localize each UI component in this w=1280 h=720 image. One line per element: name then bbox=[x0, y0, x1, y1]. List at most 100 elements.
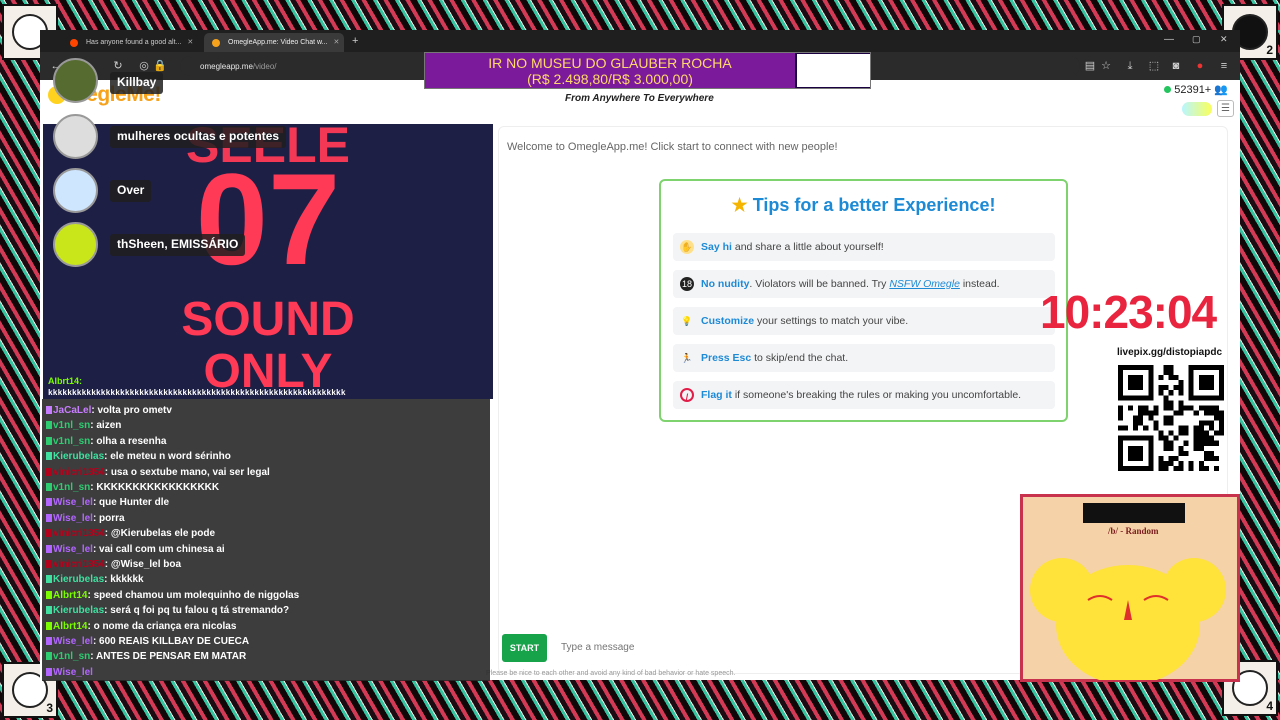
chat-username[interactable]: v1nl_sn bbox=[53, 482, 90, 493]
speaker-label: Killbay bbox=[110, 72, 164, 94]
chat-username[interactable]: Kierubelas bbox=[53, 605, 104, 616]
nsfw-omegle-link[interactable]: NSFW Omegle bbox=[889, 278, 960, 290]
extensions-icon[interactable]: ⬚ bbox=[1146, 58, 1162, 74]
chat-message: vinicri1354: @Kierubelas ele pode bbox=[46, 528, 486, 539]
chat-username[interactable]: Wise_lel bbox=[53, 513, 93, 524]
minimize-icon[interactable]: — bbox=[1164, 34, 1174, 45]
chat-username[interactable]: Kierubelas bbox=[53, 574, 104, 585]
tab-reddit[interactable]: Has anyone found a good alt... ✕ bbox=[62, 33, 202, 52]
download-icon[interactable]: ⤓ bbox=[1122, 58, 1138, 74]
stream-clock: 10:23:04 bbox=[1040, 286, 1217, 338]
chat-message: Albrt14: o nome da criança era nicolas bbox=[46, 621, 486, 632]
lightbulb-icon: 💡 bbox=[681, 316, 693, 326]
chat-username[interactable]: Wise_lel bbox=[53, 636, 93, 647]
start-button[interactable]: START bbox=[502, 634, 547, 662]
chat-preview-text: kkkkkkkkkkkkkkkkkkkkkkkkkkkkkkkkkkkkkkkk… bbox=[48, 389, 346, 398]
users-icon: 👥 bbox=[1214, 84, 1228, 96]
close-icon[interactable]: ✕ bbox=[333, 39, 339, 46]
chat-username[interactable]: v1nl_sn bbox=[53, 420, 90, 431]
menu-icon[interactable]: ≡ bbox=[1216, 58, 1232, 74]
welcome-message: Welcome to OmegleApp.me! Click start to … bbox=[507, 141, 838, 153]
speaker-label: thSheen, EMISSÁRIO bbox=[110, 234, 246, 256]
settings-button[interactable]: ☰ bbox=[1217, 100, 1234, 117]
new-tab-icon[interactable]: + bbox=[352, 35, 358, 47]
chat-message: v1nl_sn: ANTES DE PENSAR EM MATAR bbox=[46, 651, 486, 662]
tab-bar: Has anyone found a good alt... ✕ OmegleAp… bbox=[40, 30, 1240, 52]
frame-right bbox=[1240, 30, 1280, 680]
tip-flag-it: / Flag it if someone's breaking the rule… bbox=[673, 381, 1055, 409]
speaker-avatar-mulheres bbox=[53, 114, 98, 159]
chat-username[interactable]: Wise_lel bbox=[53, 497, 93, 508]
star-icon: ★ bbox=[731, 195, 748, 215]
reader-icon[interactable]: ▤ bbox=[1082, 58, 1098, 74]
speaker-avatar-over bbox=[53, 168, 98, 213]
addon-icon[interactable]: ● bbox=[1192, 58, 1208, 74]
message-input[interactable] bbox=[552, 634, 1022, 662]
chat-badge-icon bbox=[46, 621, 52, 630]
chat-text: que Hunter dle bbox=[99, 497, 170, 509]
close-icon[interactable]: ✕ bbox=[187, 39, 193, 46]
chat-text: vai call com um chinesa ai bbox=[99, 543, 225, 555]
chat-text: ele meteu n word sérinho bbox=[110, 451, 231, 463]
bookmark-star-icon[interactable]: ☆ bbox=[1098, 58, 1114, 74]
chat-text: KKKKKKKKKKKKKKKKK bbox=[96, 482, 220, 493]
omegle-icon bbox=[212, 39, 220, 47]
chat-username[interactable]: Albrt14 bbox=[53, 621, 87, 632]
chat-username[interactable]: Wise_lel bbox=[53, 544, 93, 555]
chat-username[interactable]: v1nl_sn bbox=[53, 651, 90, 662]
chat-badge-icon bbox=[46, 637, 52, 645]
tip-text: to skip/end the chat. bbox=[751, 352, 849, 364]
chat-message: v1nl_sn: KKKKKKKKKKKKKKKKK bbox=[46, 482, 486, 493]
chat-username[interactable]: vinicri1354 bbox=[53, 467, 105, 478]
tab-omegleapp[interactable]: OmegleApp.me: Video Chat w... ✕ bbox=[204, 33, 344, 52]
chat-message: vinicri1354: usa o sextube mano, vai ser… bbox=[46, 467, 486, 478]
chat-message: JaCaLel: volta pro ometv bbox=[46, 405, 486, 416]
tab-label: Has anyone found a good alt... bbox=[86, 39, 182, 46]
chat-username[interactable]: Albrt14 bbox=[53, 590, 87, 601]
chat-badge-icon bbox=[46, 560, 52, 568]
chat-username[interactable]: vinicri1354 bbox=[53, 559, 105, 570]
maximize-icon[interactable]: ▢ bbox=[1192, 34, 1201, 45]
chat-badge-icon bbox=[46, 590, 52, 599]
corner-number: 2 bbox=[1266, 43, 1273, 57]
online-counter: 52391+ 👥 bbox=[1164, 83, 1228, 96]
chat-username[interactable]: Wise_lel bbox=[53, 667, 93, 678]
tip-say-hi: ✋ Say hi and share a little about yourse… bbox=[673, 233, 1055, 261]
chat-username[interactable]: vinicri1354 bbox=[53, 528, 105, 539]
chat-message: Kierubelas: kkkkkk bbox=[46, 574, 486, 585]
chat-text: @Kierubelas ele pode bbox=[110, 528, 216, 540]
theme-toggle[interactable] bbox=[1182, 102, 1212, 116]
tips-box: ★ Tips for a better Experience! ✋ Say hi… bbox=[659, 179, 1068, 422]
chat-message: Wise_lel bbox=[46, 667, 486, 678]
online-dot-icon bbox=[1164, 86, 1172, 93]
chat-badge-icon bbox=[46, 652, 52, 661]
chat-badge-icon bbox=[46, 483, 52, 491]
chat-text: o nome da criança era nicolas bbox=[93, 620, 237, 632]
speaker-label: Over bbox=[110, 180, 152, 202]
sticker-header bbox=[1083, 503, 1185, 523]
chat-badge-icon bbox=[46, 575, 52, 584]
yellow-chick-sticker bbox=[1030, 558, 1226, 680]
livepix-link: livepix.gg/distopiapdc bbox=[1117, 347, 1223, 358]
chat-badge-icon bbox=[46, 436, 52, 445]
footer-note: Please be nice to each other and avoid a… bbox=[486, 670, 736, 677]
speaker-avatar-killbay bbox=[53, 58, 98, 103]
chat-text: será q foi pq tu falou q tá stremando? bbox=[110, 605, 290, 617]
close-window-icon[interactable]: ✕ bbox=[1220, 34, 1228, 45]
online-count: 52391+ bbox=[1174, 84, 1212, 96]
tip-text-after: instead. bbox=[959, 278, 1000, 290]
tip-strong: Press Esc bbox=[701, 352, 752, 364]
chat-badge-icon bbox=[46, 406, 52, 414]
tab-label: OmegleApp.me: Video Chat w... bbox=[228, 39, 328, 46]
screenshot-icon[interactable]: ◙ bbox=[1168, 58, 1184, 74]
chat-message: v1nl_sn: olha a resenha bbox=[46, 436, 486, 447]
chat-badge-icon bbox=[46, 498, 52, 507]
tip-text: . Violators will be banned. Try bbox=[749, 278, 890, 290]
chat-username[interactable]: JaCaLel bbox=[53, 405, 91, 416]
chat-username[interactable]: v1nl_sn bbox=[53, 436, 90, 447]
tip-strong: Customize bbox=[701, 315, 755, 327]
chat-badge-icon bbox=[46, 529, 52, 538]
chat-message: Kierubelas: ele meteu n word sérinho bbox=[46, 451, 486, 462]
chat-username[interactable]: Kierubelas bbox=[53, 451, 104, 462]
chat-text: volta pro ometv bbox=[97, 405, 172, 416]
